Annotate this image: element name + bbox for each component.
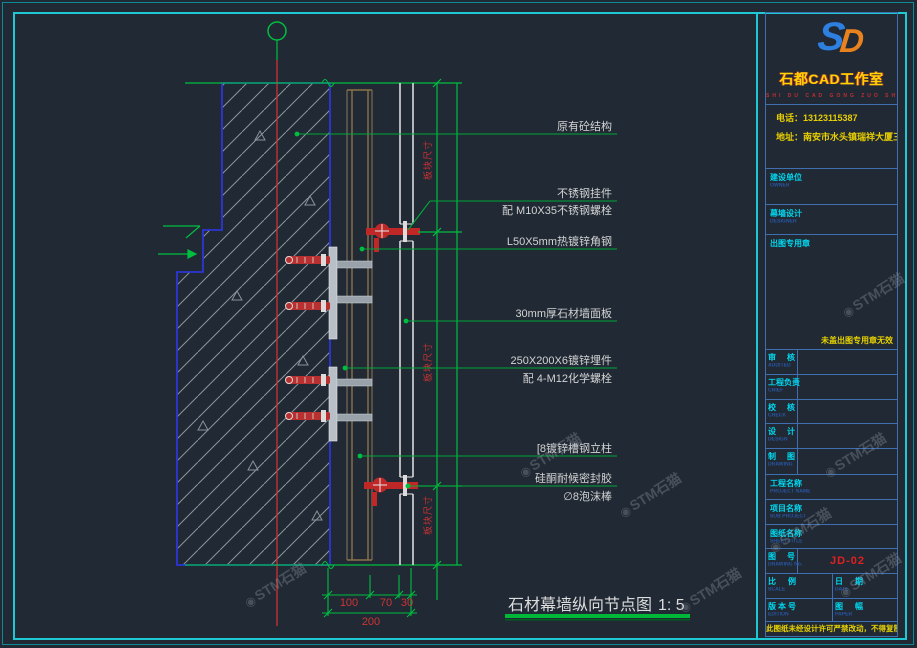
logo-d-glyph: D <box>838 22 866 60</box>
audited-row: 审 核AUDITED <box>766 350 897 375</box>
chief-row: 工程负责CHIEF <box>766 375 897 400</box>
copyright-note: 此图纸未经设计许可严禁改动，不得复制。 <box>766 623 897 634</box>
drawing-no-row: 图 号DRAWING No. JD-02 <box>766 549 897 574</box>
contact-cell: 电话：13123115387 地址：南安市水头镇瑞祥大厦三楼 <box>766 105 897 169</box>
panel-size-labels: 板块尺寸 板块尺寸 板块尺寸 <box>422 140 433 535</box>
edition-cell: 版本号EDITION <box>766 599 833 621</box>
weld-symbols <box>158 226 200 258</box>
grid-bubble-icon <box>268 22 286 40</box>
project-name-row: 工程名称 PROJECT NAME <box>766 475 897 500</box>
paper-cell: 图 幅PAPER <box>833 599 897 621</box>
cad-sheet: 板块尺寸 板块尺寸 板块尺寸 原有砼结构 不锈钢挂件 配 M10X35不锈钢螺栓… <box>0 0 917 648</box>
panel-size-label: 板块尺寸 <box>422 140 433 180</box>
channel-steel-column <box>347 90 372 560</box>
annotation-stone-panel: 30mm厚石材墙面板 <box>515 306 612 320</box>
studio-pinyin: SHI DU CAD GONG ZUO SHI <box>766 93 897 99</box>
sheet-title-row: 图纸名称 SHEET TITLE <box>766 525 897 549</box>
annotation-hanger: 不锈钢挂件 <box>557 186 612 200</box>
annotation-foam-rod: ∅8泡沫棒 <box>563 489 612 503</box>
address-line: 地址：南安市水头镇瑞祥大厦三楼 <box>776 130 897 143</box>
panel-size-label: 板块尺寸 <box>422 342 433 382</box>
studio-logo-icon: S D <box>766 13 897 63</box>
drawing-title: 石材幕墙纵向节点图 <box>508 596 652 614</box>
dim-30: 30 <box>401 597 413 609</box>
title-underline <box>505 614 690 618</box>
annotation-chem-bolt: 配 4-M12化学螺栓 <box>523 371 612 385</box>
concrete-wall-hatch <box>177 83 330 565</box>
owner-row: 建设单位 OWNER <box>766 169 897 205</box>
annotation-concrete: 原有砼结构 <box>557 119 612 133</box>
design-row: 设 计DESIGN <box>766 424 897 449</box>
title-block: S D 石都CAD工作室 SHI DU CAD GONG ZUO SHI 电话：… <box>765 12 898 637</box>
studio-name: 石都CAD工作室 <box>766 69 897 89</box>
drawing-scale: 1: 5 <box>658 597 685 614</box>
dim-70: 70 <box>380 597 392 609</box>
drawing-title-group: 石材幕墙纵向节点图 1: 5 <box>505 596 690 621</box>
panel-size-label: 板块尺寸 <box>422 495 433 535</box>
seal-note: 未盖出图专用章无效 <box>821 335 893 346</box>
drawing-row: 制 图DRAWING <box>766 449 897 475</box>
detail-drawing: 板块尺寸 板块尺寸 板块尺寸 原有砼结构 不锈钢挂件 配 M10X35不锈钢螺栓… <box>0 0 757 648</box>
check-row: 校 核CHECK <box>766 400 897 424</box>
scale-cell: 比 例SCALE <box>766 574 833 598</box>
annotation-texts: 原有砼结构 不锈钢挂件 配 M10X35不锈钢螺栓 L50X5mm热镀锌角钢 3… <box>502 119 612 503</box>
annotation-sealant: 硅酮耐候密封胶 <box>535 471 612 485</box>
annotation-hanger-bolt: 配 M10X35不锈钢螺栓 <box>502 203 612 217</box>
annotation-channel-column: [8镀锌槽钢立柱 <box>537 441 612 455</box>
annotation-angle-steel: L50X5mm热镀锌角钢 <box>507 234 612 248</box>
logo-cell: S D 石都CAD工作室 SHI DU CAD GONG ZUO SHI <box>766 13 897 105</box>
dim-200: 200 <box>362 616 380 628</box>
footer-note-row: 此图纸未经设计许可严禁改动，不得复制。 <box>766 622 897 636</box>
annotation-embed-plate: 250X200X6镀锌埋件 <box>511 353 613 367</box>
date-cell: 日 期DATE <box>833 574 897 598</box>
scale-date-row: 比 例SCALE 日 期DATE <box>766 574 897 599</box>
edition-paper-row: 版本号EDITION 图 幅PAPER <box>766 599 897 622</box>
drawing-number-value: JD-02 <box>830 555 865 567</box>
embed-plates <box>329 247 372 441</box>
designer-row: 幕墙设计 DESIGNER <box>766 205 897 235</box>
seal-cell: 出图专用章 未盖出图专用章无效 <box>766 235 897 350</box>
subproject-row: 项目名称 SUB PROJECT <box>766 500 897 525</box>
dim-100: 100 <box>340 597 358 609</box>
phone-line: 电话：13123115387 <box>776 111 897 124</box>
bottom-dimensions: 100 70 30 200 <box>322 568 417 628</box>
